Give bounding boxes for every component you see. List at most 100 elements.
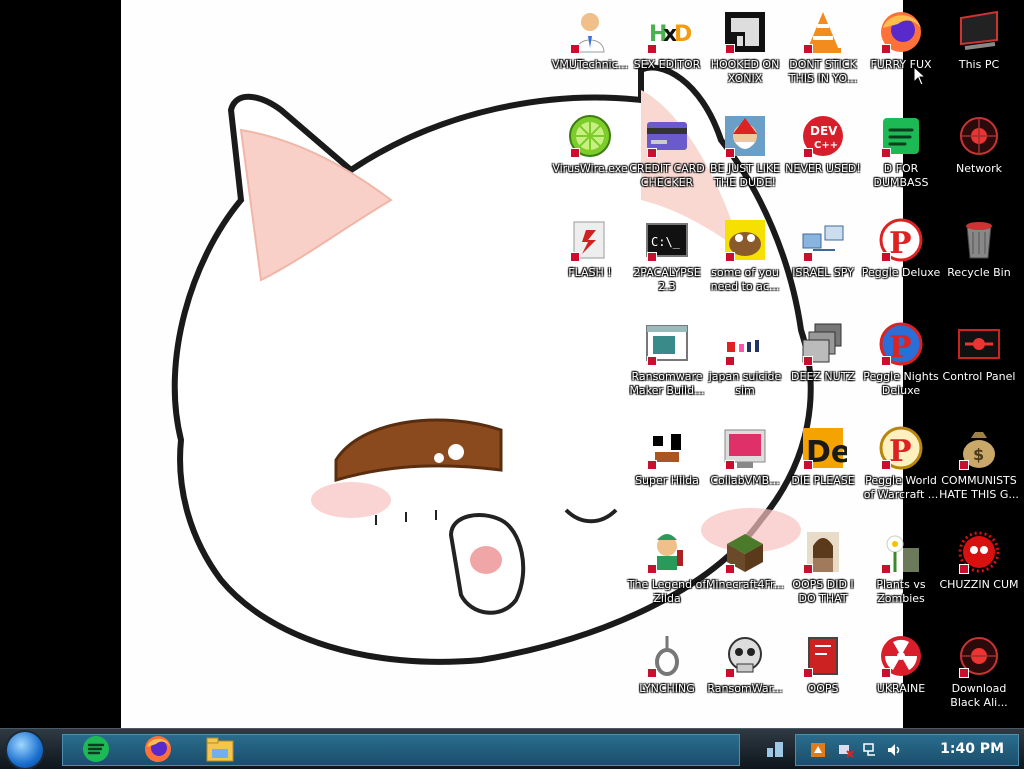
desktop-icon[interactable]: LYNCHING <box>626 628 708 732</box>
desktop-icon[interactable]: P Peggle Nights Deluxe <box>860 316 942 420</box>
desktop-icon-label: DEEZ NUTZ <box>791 370 855 383</box>
shortcut-arrow-icon <box>570 252 580 262</box>
desktop-icon[interactable]: some of you need to ac... <box>704 212 786 316</box>
grass-block-icon <box>721 528 769 576</box>
collabvm-icon <box>721 424 769 472</box>
desktop-icon[interactable]: Plants vs Zombies <box>860 524 942 628</box>
peggle-nights-icon: P <box>877 320 925 368</box>
desktop-icon[interactable]: OOPS DID I DO THAT <box>782 524 864 628</box>
shortcut-arrow-icon <box>959 460 969 470</box>
shortcut-arrow-icon <box>725 252 735 262</box>
desktop-icon[interactable]: OOPS <box>782 628 864 732</box>
shortcut-arrow-icon <box>647 564 657 574</box>
desktop-icon-label: FURRY FUX <box>870 58 932 71</box>
desktop-icon-label: D FOR DUMBASS <box>873 162 929 189</box>
desktop-icon[interactable]: CHUZZIN CUM <box>938 524 1020 628</box>
money-bag-icon: $ <box>955 424 1003 472</box>
desktop-icon[interactable]: DEV C++ NEVER USED! <box>782 108 864 212</box>
desktop-icon[interactable]: Network <box>938 108 1020 212</box>
desktop-icon[interactable]: DEEZ NUTZ <box>782 316 864 420</box>
shortcut-arrow-icon <box>881 356 891 366</box>
desktop-icon[interactable]: Download Black Ali... <box>938 628 1020 732</box>
desktop-icon[interactable]: BE JUST LIKE THE DUDE! <box>704 108 786 212</box>
desktop-icon-label: VMUTechnic... <box>551 58 629 71</box>
desktop-icon[interactable]: The Legend of Zilda <box>626 524 708 628</box>
desktop-icon[interactable]: japan suicide sim <box>704 316 786 420</box>
spotify-icon[interactable] <box>80 733 112 765</box>
desktop-icon[interactable]: $ COMMUNISTS HATE THIS G... <box>938 420 1020 524</box>
shortcut-arrow-icon <box>881 252 891 262</box>
clock[interactable]: 1:40 PM <box>940 741 1004 757</box>
user-doctor-icon <box>566 8 614 56</box>
desktop-icon[interactable]: ISRAEL SPY <box>782 212 864 316</box>
shortcut-arrow-icon <box>881 44 891 54</box>
desktop-icon[interactable]: CollabVMB... <box>704 420 786 524</box>
desktop-icon[interactable]: C:\_ 2PACALYPSE 2.3 <box>626 212 708 316</box>
dev-cpp-icon: DEV C++ <box>799 112 847 160</box>
desktop-icon-label: This PC <box>958 58 1000 71</box>
desktop-icon-label: Super Hilda <box>635 474 699 487</box>
desktop-icon[interactable]: P Peggle Deluxe <box>860 212 942 316</box>
radiation-icon <box>877 632 925 680</box>
volume-icon[interactable] <box>886 742 902 758</box>
shortcut-arrow-icon <box>570 148 580 158</box>
svg-text:DEV: DEV <box>810 124 838 138</box>
desktop-icon[interactable]: Recycle Bin <box>938 212 1020 316</box>
desktop-icon-label: RansomWar... <box>707 682 783 695</box>
desktop-icon-label: DONT STICK THIS IN YO... <box>788 58 858 85</box>
desktop-icon-label: ISRAEL SPY <box>792 266 854 279</box>
desktop-icon[interactable]: FLASH ! <box>549 212 631 316</box>
network-icon <box>955 112 1003 160</box>
desktop-icon[interactable]: This PC <box>938 4 1020 108</box>
desktop-icon-label: Ransomware Maker Build... <box>629 370 705 397</box>
desktop-icon[interactable]: VirusWire.exe <box>549 108 631 212</box>
desktop-icon[interactable]: Minecraft4Fr... <box>704 524 786 628</box>
desktop-icon[interactable]: Hx D SEX EDITOR <box>626 4 708 108</box>
skull-icon <box>721 632 769 680</box>
desktop-icon[interactable]: Control Panel <box>938 316 1020 420</box>
file-explorer-icon[interactable] <box>204 733 236 765</box>
desktop-icon[interactable]: RansomWar... <box>704 628 786 732</box>
shortcut-arrow-icon <box>647 44 657 54</box>
desktop-icon-label: LYNCHING <box>639 682 695 695</box>
desktop-icon-label: CollabVMB... <box>710 474 780 487</box>
shortcut-arrow-icon <box>803 148 813 158</box>
desktop-icon[interactable]: FURRY FUX <box>860 4 942 108</box>
desktop-icon-label: CREDIT CARD CHECKER <box>629 162 705 189</box>
chuzzle-icon <box>955 528 1003 576</box>
desktop-icon[interactable]: HOOKED ON XONIX <box>704 4 786 108</box>
app-tray-icon[interactable] <box>810 742 826 758</box>
network-icon[interactable] <box>862 742 878 758</box>
desktop-icon-label: japan suicide sim <box>708 370 782 397</box>
desktop-icon[interactable]: VMUTechnic... <box>549 4 631 108</box>
desktop-icon[interactable]: CREDIT CARD CHECKER <box>626 108 708 212</box>
vlc-cone-icon <box>799 8 847 56</box>
network-error-icon[interactable] <box>838 742 854 758</box>
desktop-icon-label: SEX EDITOR <box>633 58 701 71</box>
firefox-icon[interactable] <box>142 733 174 765</box>
start-button[interactable] <box>7 732 43 768</box>
desktop-icon-label: The Legend of Zilda <box>627 578 707 605</box>
shortcut-arrow-icon <box>803 460 813 470</box>
desktop-icon[interactable]: P Peggle World of Warcraft ... <box>860 420 942 524</box>
desktop-icon-label: CHUZZIN CUM <box>939 578 1019 591</box>
document-green-icon <box>877 112 925 160</box>
desktop-icon[interactable]: Ransomware Maker Build... <box>626 316 708 420</box>
desktop-icon[interactable]: D FOR DUMBASS <box>860 108 942 212</box>
show-desktop-icon[interactable] <box>766 740 784 758</box>
desktop-icon-label: 2PACALYPSE 2.3 <box>633 266 701 293</box>
lime-icon <box>566 112 614 160</box>
zilda-hero-icon <box>643 528 691 576</box>
svg-text:C:\_: C:\_ <box>651 235 681 249</box>
taskbar: 1:40 PM <box>0 728 1024 769</box>
shortcut-arrow-icon <box>725 668 735 678</box>
hxd-editor-icon: HxD <box>643 8 691 56</box>
shortcut-arrow-icon <box>881 460 891 470</box>
system-tray: 1:40 PM <box>795 734 1019 766</box>
black-alien-icon <box>955 632 1003 680</box>
desktop-icon[interactable]: DONT STICK THIS IN YO... <box>782 4 864 108</box>
desktop-icon[interactable]: De DIE PLEASE <box>782 420 864 524</box>
shortcut-arrow-icon <box>725 460 735 470</box>
desktop-icon[interactable]: UKRAINE <box>860 628 942 732</box>
desktop-icon[interactable]: Super Hilda <box>626 420 708 524</box>
